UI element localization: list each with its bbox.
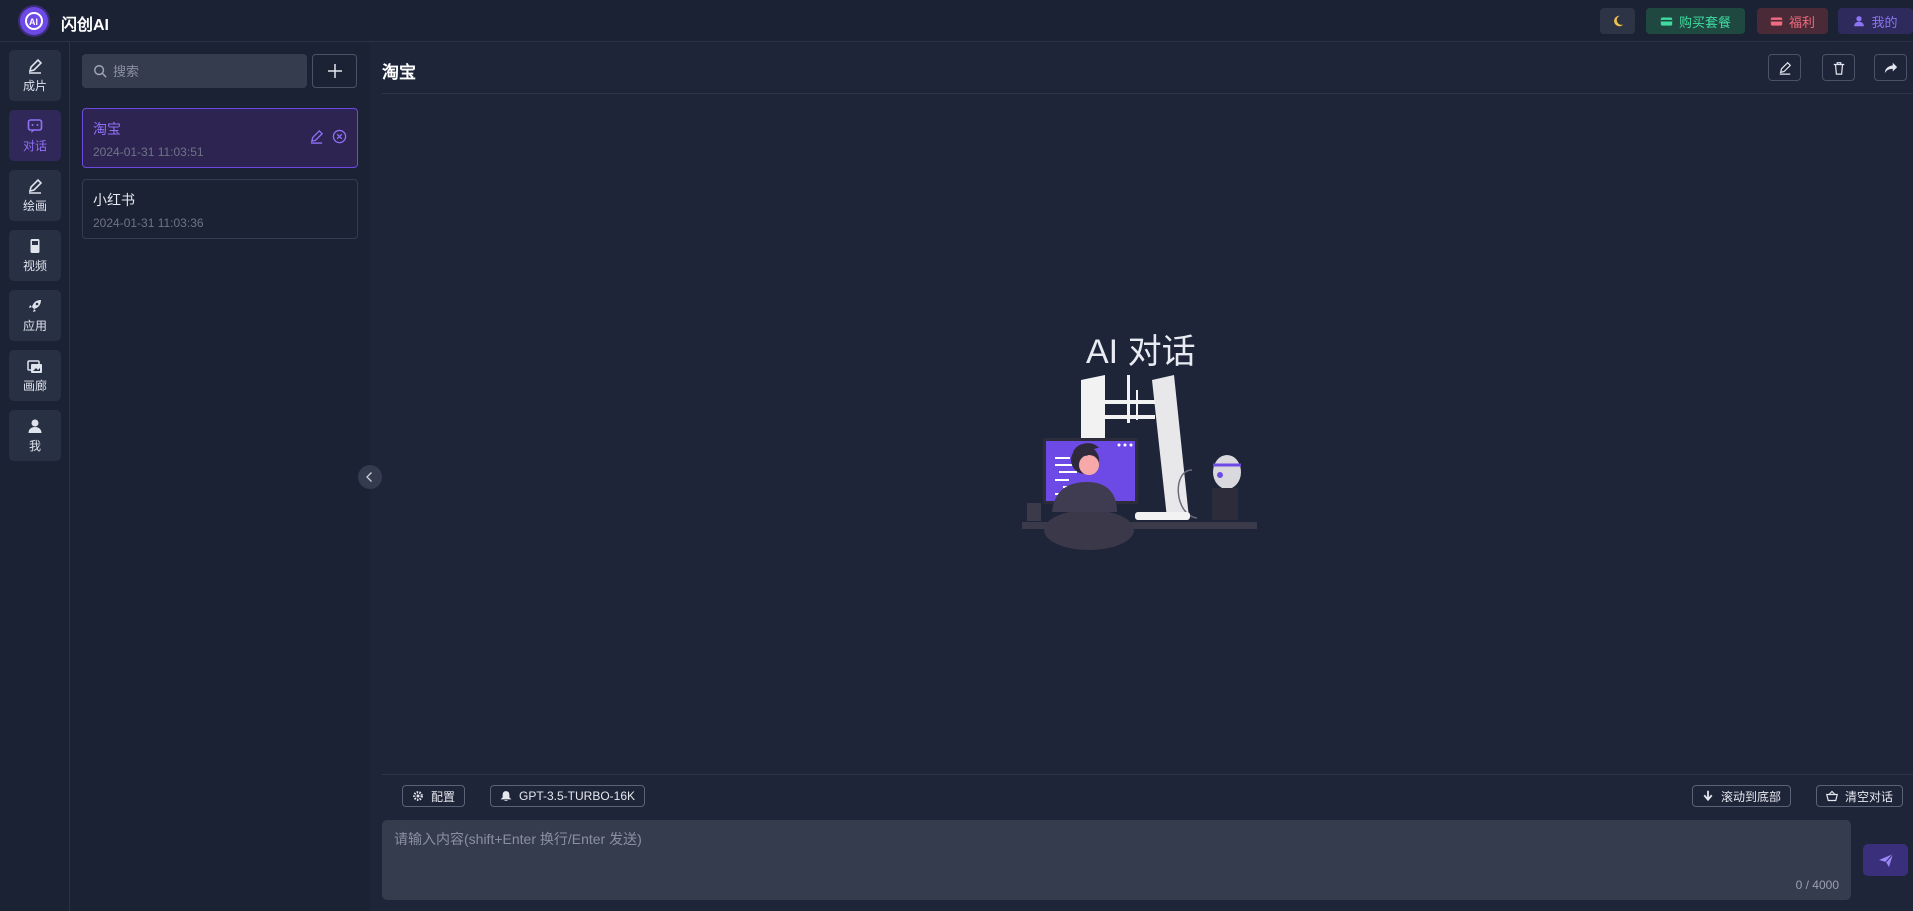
nav-label: 绘画 — [22, 198, 47, 213]
nav-item-apps[interactable]: 应用 — [9, 290, 61, 341]
search-icon — [94, 65, 107, 78]
conversation-panel: 淘宝 2024-01-31 11:03:51 小红书 2024-01-31 11… — [70, 42, 370, 911]
conversation-name: 小红书 — [93, 192, 135, 208]
moon-icon — [1613, 15, 1623, 27]
empty-state-title: AI 对话 — [1086, 333, 1196, 371]
message-input-container: 0 / 4000 — [382, 820, 1851, 900]
device-icon — [30, 238, 40, 253]
card-icon — [1660, 16, 1673, 26]
conversation-date: 2024-01-31 11:03:51 — [93, 145, 204, 159]
nav-label: 画廊 — [22, 378, 47, 393]
config-button[interactable]: 配置 — [402, 785, 466, 807]
clear-conversation-label: 清空对话 — [1845, 789, 1894, 804]
theme-toggle-button[interactable] — [1600, 8, 1635, 34]
conversation-date: 2024-01-31 11:03:36 — [93, 216, 204, 230]
buy-package-button[interactable]: 购买套餐 — [1646, 8, 1745, 34]
footer-divider — [382, 774, 1913, 775]
svg-text:AI: AI — [29, 17, 38, 27]
model-label: GPT-3.5-TURBO-16K — [519, 789, 636, 803]
buy-package-label: 购买套餐 — [1678, 14, 1731, 30]
close-circle-icon[interactable] — [332, 129, 347, 144]
nav-item-film[interactable]: 成片 — [9, 50, 61, 101]
collapse-sidebar-button[interactable] — [358, 465, 382, 489]
app-title: 闪创AI — [61, 17, 110, 34]
basket-icon — [1826, 790, 1838, 802]
character-counter: 0 / 4000 — [1795, 878, 1839, 892]
nav-label: 成片 — [22, 78, 47, 93]
logo-icon: AI — [25, 12, 43, 30]
mine-label: 我的 — [1871, 14, 1898, 30]
chat-icon — [27, 118, 43, 133]
rocket-icon — [29, 299, 41, 312]
trash-icon — [1833, 61, 1844, 75]
user-icon — [1854, 16, 1865, 27]
edit-icon[interactable] — [309, 129, 324, 144]
welfare-button[interactable]: 福利 — [1757, 8, 1828, 34]
gallery-icon — [27, 359, 42, 373]
config-label: 配置 — [431, 789, 456, 804]
conversation-item-xiaohongshu[interactable]: 小红书 2024-01-31 11:03:36 — [82, 179, 358, 239]
share-icon — [1884, 62, 1897, 73]
gear-icon — [413, 791, 423, 801]
nav-label: 视频 — [22, 258, 47, 273]
nav-label: 我 — [28, 438, 41, 453]
header-divider — [382, 93, 1913, 94]
nav-label: 对话 — [22, 138, 47, 153]
edit-icon — [28, 58, 43, 74]
mine-button[interactable]: 我的 — [1838, 8, 1913, 34]
plus-icon — [327, 64, 342, 78]
clear-conversation-button[interactable]: 清空对话 — [1816, 785, 1904, 807]
delete-button[interactable] — [1822, 54, 1855, 81]
conversation-actions — [309, 129, 347, 144]
welfare-label: 福利 — [1788, 14, 1815, 30]
card-icon — [1770, 16, 1783, 26]
nav-item-draw[interactable]: 绘画 — [9, 170, 61, 221]
search-input[interactable] — [113, 63, 293, 79]
scroll-to-bottom-button[interactable]: 滚动到底部 — [1692, 785, 1792, 807]
app-logo[interactable]: AI — [20, 7, 48, 35]
rename-button[interactable] — [1768, 54, 1801, 81]
new-conversation-button[interactable] — [312, 54, 357, 88]
send-icon — [1878, 853, 1893, 867]
left-nav: 成片 对话 绘画 视频 应用 画廊 我 — [0, 42, 70, 911]
search-box — [82, 54, 307, 88]
model-selector[interactable]: GPT-3.5-TURBO-16K — [490, 785, 646, 807]
scroll-to-bottom-label: 滚动到底部 — [1721, 789, 1782, 804]
send-button[interactable] — [1863, 844, 1908, 876]
top-bar: AI 闪创AI 购买套餐 福利 我的 — [0, 0, 1913, 42]
conversation-title: 淘宝 — [382, 63, 416, 82]
nav-label: 应用 — [22, 318, 47, 333]
conversation-item-taobao[interactable]: 淘宝 2024-01-31 11:03:51 — [82, 108, 358, 168]
nav-item-gallery[interactable]: 画廊 — [9, 350, 61, 401]
arrow-down-icon — [1703, 790, 1713, 802]
empty-state-illustration — [1022, 375, 1257, 550]
chevron-left-icon — [366, 472, 372, 482]
share-button[interactable] — [1874, 54, 1907, 81]
nav-item-me[interactable]: 我 — [9, 410, 61, 461]
edit-icon — [28, 178, 43, 194]
bell-icon — [500, 791, 512, 801]
user-icon — [28, 419, 42, 433]
nav-item-chat[interactable]: 对话 — [9, 110, 61, 161]
edit-icon — [1779, 61, 1791, 75]
nav-item-video[interactable]: 视频 — [9, 230, 61, 281]
message-input[interactable] — [382, 820, 1851, 900]
